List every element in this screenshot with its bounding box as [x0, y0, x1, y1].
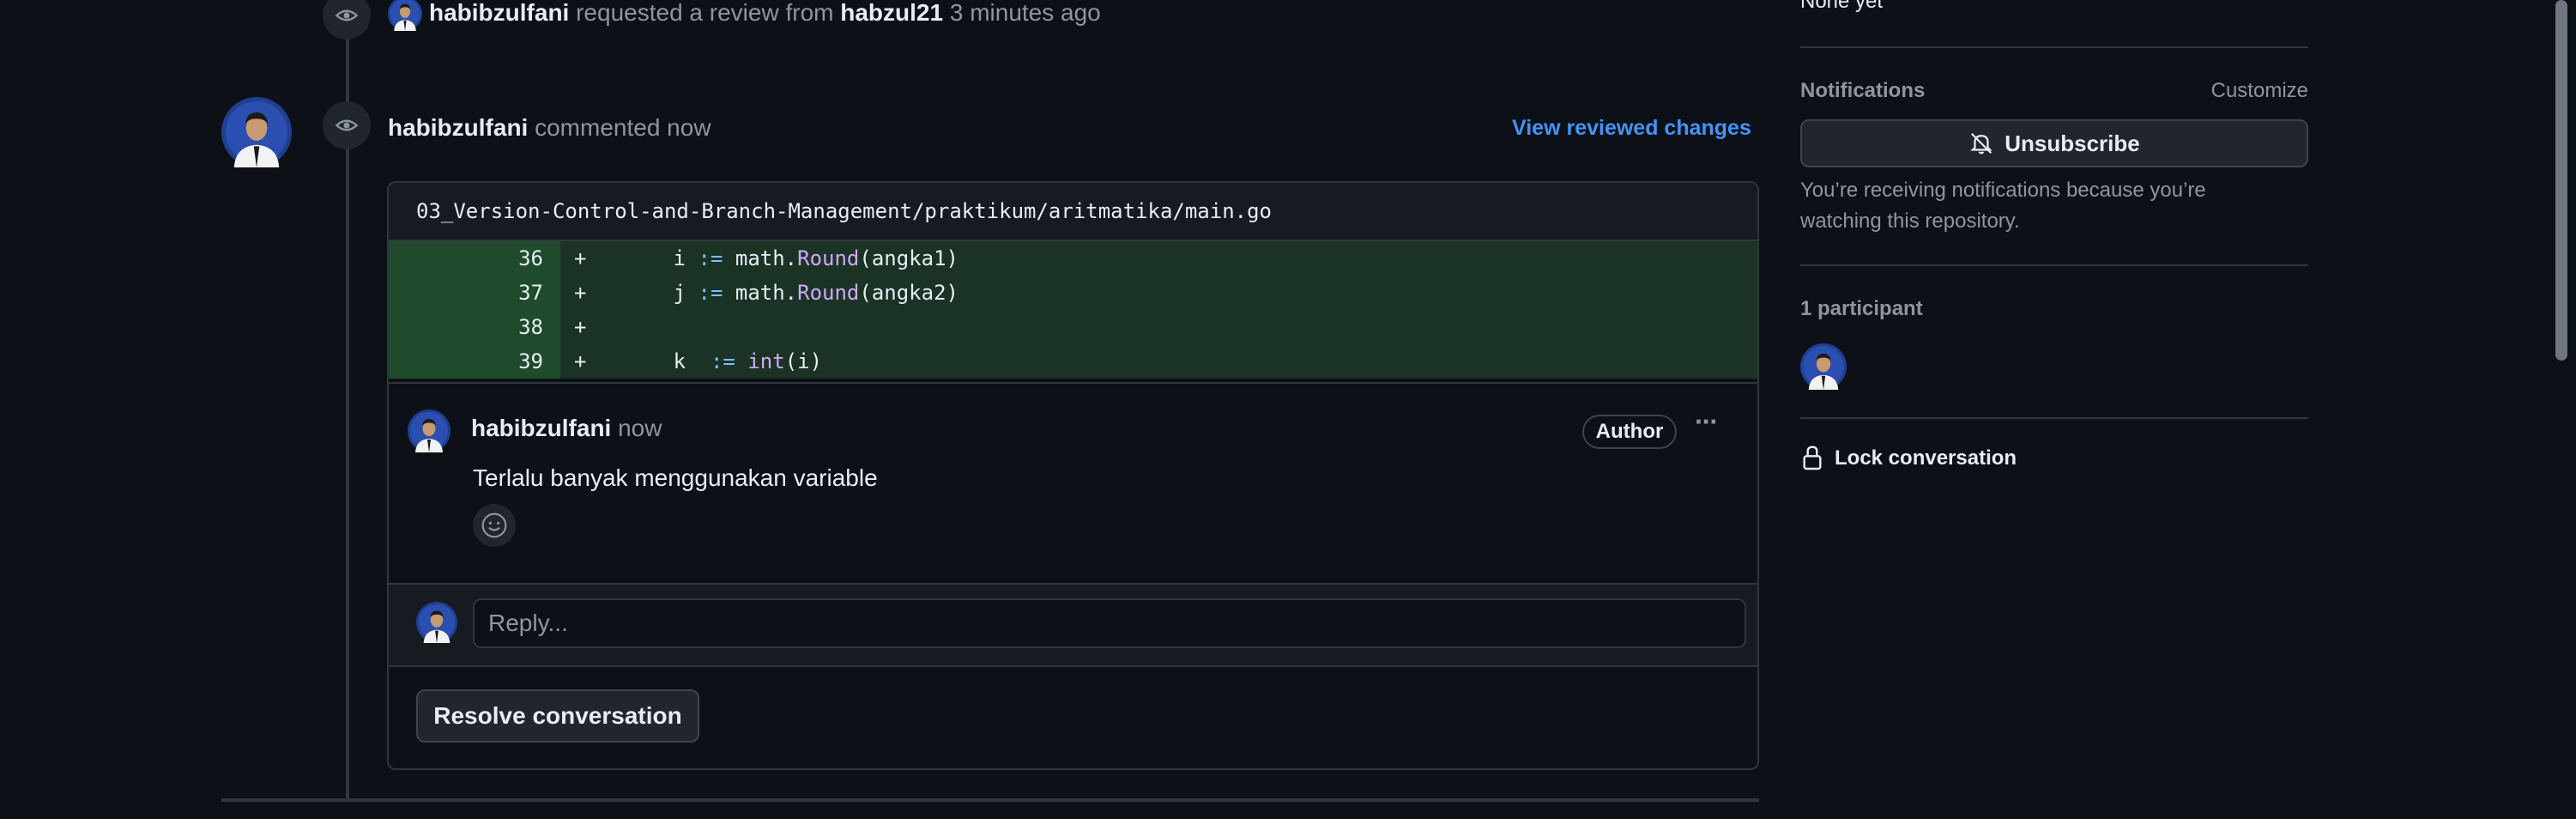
- add-reaction-button[interactable]: [473, 504, 516, 547]
- avatar[interactable]: [221, 97, 292, 167]
- event-time[interactable]: 3 minutes ago: [950, 0, 1101, 26]
- view-reviewed-changes-link[interactable]: View reviewed changes: [1512, 116, 1751, 141]
- avatar: [416, 602, 457, 643]
- diff-hunk: 36 + i := math.Round(angka1) 37 + j := m…: [389, 241, 1757, 379]
- event-action: commented now: [535, 114, 711, 141]
- code-line: + i := math.Round(angka1): [560, 241, 1757, 276]
- lock-conversation-label: Lock conversation: [1835, 446, 2017, 470]
- avatar[interactable]: [388, 0, 422, 31]
- comment-author-link[interactable]: habibzulfani: [471, 415, 611, 441]
- participant-avatar[interactable]: [1800, 343, 1847, 390]
- actor-link[interactable]: habibzulfani: [388, 114, 528, 141]
- comment-time[interactable]: now: [618, 415, 662, 441]
- line-number[interactable]: 37: [389, 276, 560, 310]
- scrollbar[interactable]: [2555, 0, 2567, 361]
- diff-line: 38 +: [389, 310, 1757, 344]
- bell-slash-icon: [1970, 132, 1992, 155]
- review-thread: 03_Version-Control-and-Branch-Management…: [387, 181, 1759, 770]
- notifications-heading: Notifications: [1800, 79, 1926, 102]
- eye-icon: [323, 0, 371, 39]
- comment-body: Terlalu banyak menggunakan variable: [473, 464, 878, 491]
- resolve-conversation-button[interactable]: Resolve conversation: [416, 689, 699, 743]
- reply-input[interactable]: Reply...: [473, 598, 1746, 648]
- smiley-icon: [481, 513, 507, 538]
- line-number[interactable]: 38: [389, 310, 560, 344]
- divider: [1800, 264, 2308, 266]
- divider: [1800, 46, 2308, 48]
- comment-header: habibzulfani now: [471, 415, 662, 442]
- author-badge: Author: [1582, 415, 1677, 449]
- diff-line: 37 + j := math.Round(angka2): [389, 276, 1757, 310]
- participants-heading: 1 participant: [1800, 297, 1923, 320]
- notification-reason: You’re receiving notifications because y…: [1800, 179, 2206, 233]
- reviewer-link[interactable]: habzul21: [840, 0, 943, 26]
- unsubscribe-label: Unsubscribe: [2005, 130, 2140, 156]
- unsubscribe-button[interactable]: Unsubscribe: [1800, 119, 2308, 167]
- line-number[interactable]: 39: [389, 344, 560, 379]
- milestone-value: None yet: [1800, 0, 1884, 13]
- lock-conversation-link[interactable]: Lock conversation: [1800, 445, 2017, 472]
- review-comment: habibzulfani now Author ··· Terlalu bany…: [389, 382, 1757, 583]
- code-line: +: [560, 310, 1757, 344]
- customize-link[interactable]: Customize: [2207, 79, 2308, 103]
- code-line: + j := math.Round(angka2): [560, 276, 1757, 310]
- code-line: + k := int(i): [560, 344, 1757, 379]
- avatar[interactable]: [408, 410, 450, 452]
- reply-area: Reply...: [389, 583, 1757, 667]
- line-number[interactable]: 36: [389, 241, 560, 276]
- timeline-end-divider: [221, 798, 1759, 802]
- comment-event-header: habibzulfani commented now: [388, 113, 711, 143]
- diff-line: 39 + k := int(i): [389, 344, 1757, 379]
- eye-icon: [323, 101, 371, 149]
- lock-icon: [1803, 446, 1822, 470]
- event-action: requested a review from: [576, 0, 834, 26]
- more-options-icon[interactable]: ···: [1695, 406, 1719, 438]
- divider: [1800, 417, 2308, 419]
- diff-line: 36 + i := math.Round(angka1): [389, 241, 1757, 276]
- file-path[interactable]: 03_Version-Control-and-Branch-Management…: [389, 183, 1757, 241]
- actor-link[interactable]: habibzulfani: [429, 0, 569, 26]
- review-request-event: habibzulfani requested a review from hab…: [429, 0, 1101, 27]
